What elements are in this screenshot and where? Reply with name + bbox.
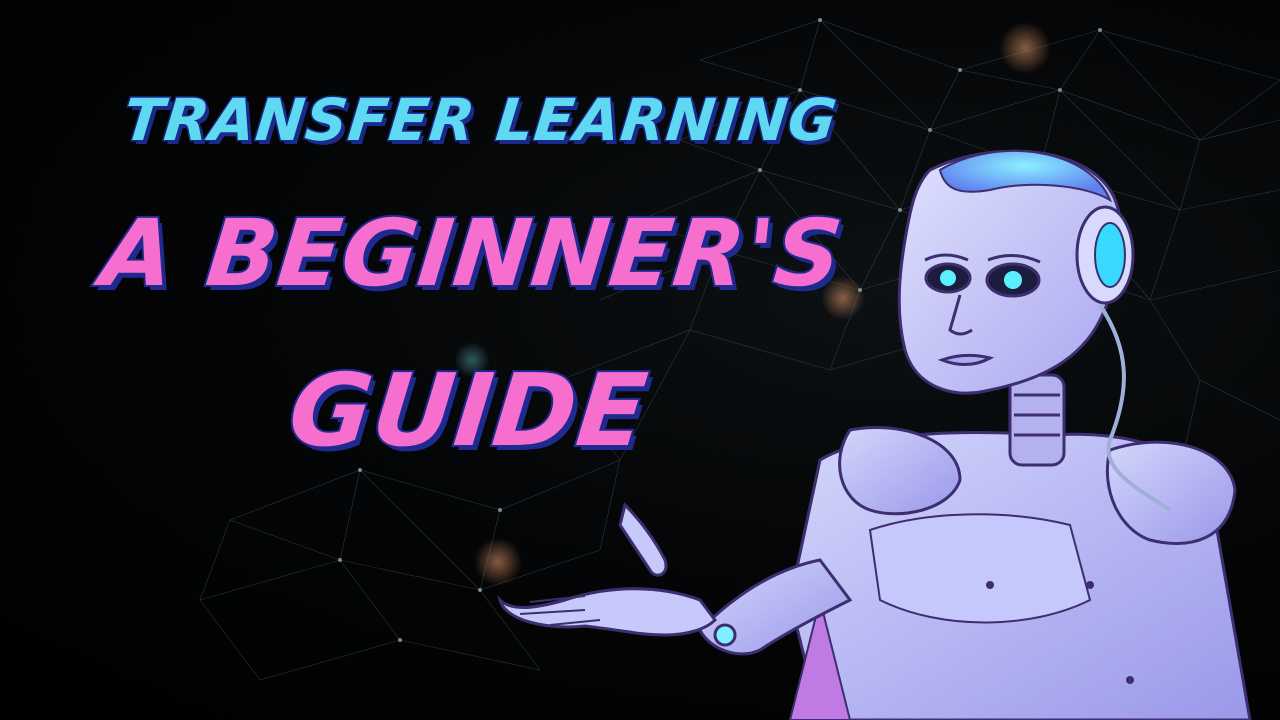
robot-icon [497,149,1252,720]
robot-hand [497,587,717,637]
thumbnail-canvas: TRANSFER LEARNING A BEGINNER'S GUIDE [0,0,1280,720]
